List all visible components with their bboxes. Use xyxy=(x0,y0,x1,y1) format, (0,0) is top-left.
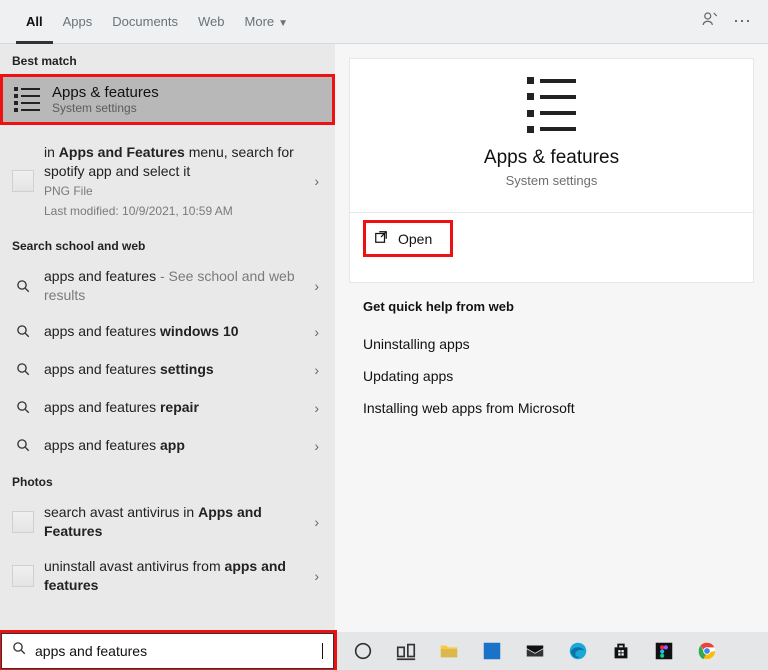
search-icon xyxy=(12,359,34,381)
task-view-icon[interactable] xyxy=(384,632,427,670)
file-icon xyxy=(12,170,34,192)
section-school-web: Search school and web xyxy=(0,229,335,259)
chevron-right-icon[interactable]: › xyxy=(312,173,321,189)
chevron-right-icon[interactable]: › xyxy=(312,362,321,378)
best-match-subtitle: System settings xyxy=(52,101,159,115)
detail-card: Apps & features System settings xyxy=(349,58,754,213)
help-block: Get quick help from web Uninstalling app… xyxy=(335,283,768,424)
feedback-icon[interactable] xyxy=(694,10,726,33)
chevron-right-icon[interactable]: › xyxy=(312,400,321,416)
chevron-down-icon: ▼ xyxy=(278,18,288,29)
photo-result-2[interactable]: uninstall avast antivirus from apps and … xyxy=(0,549,335,603)
search-icon xyxy=(12,275,34,297)
file-result-modified: Last modified: 10/9/2021, 10:59 AM xyxy=(44,203,312,219)
search-icon xyxy=(12,321,34,343)
chevron-right-icon[interactable]: › xyxy=(312,278,321,294)
best-match-result[interactable]: Apps & features System settings xyxy=(0,74,335,125)
tab-more[interactable]: More▼ xyxy=(235,0,299,44)
file-icon xyxy=(12,511,34,533)
taskbar xyxy=(0,632,768,670)
detail-panel: Apps & features System settings Open Get… xyxy=(335,44,768,632)
web-result-base[interactable]: apps and features - See school and web r… xyxy=(0,259,335,313)
apps-features-icon xyxy=(522,77,582,133)
file-explorer-icon[interactable] xyxy=(427,632,470,670)
web-result-2[interactable]: apps and features settings › xyxy=(0,351,335,389)
help-title: Get quick help from web xyxy=(363,299,754,314)
open-button[interactable]: Open xyxy=(366,223,450,254)
edge-icon[interactable] xyxy=(556,632,599,670)
section-photos: Photos xyxy=(0,465,335,495)
figma-icon[interactable] xyxy=(642,632,685,670)
chevron-right-icon[interactable]: › xyxy=(312,324,321,340)
file-icon xyxy=(12,565,34,587)
open-icon xyxy=(374,230,388,247)
results-panel: Best match Apps & features System settin… xyxy=(0,44,335,632)
search-tabs: All Apps Documents Web More▼ ⋯ xyxy=(0,0,768,44)
search-box[interactable] xyxy=(0,632,335,670)
text-caret xyxy=(322,643,323,659)
app-icon-blue[interactable] xyxy=(470,632,513,670)
help-link-update[interactable]: Updating apps xyxy=(363,360,754,392)
web-result-3[interactable]: apps and features repair › xyxy=(0,389,335,427)
detail-title: Apps & features xyxy=(350,147,753,169)
tab-apps[interactable]: Apps xyxy=(53,0,103,44)
section-best-match: Best match xyxy=(0,44,335,74)
search-input[interactable] xyxy=(35,643,321,659)
chrome-icon[interactable] xyxy=(685,632,728,670)
file-result-type: PNG File xyxy=(44,183,312,199)
apps-features-icon xyxy=(14,87,40,113)
more-options-icon[interactable]: ⋯ xyxy=(726,11,758,32)
file-result-text: in Apps and Features menu, search for sp… xyxy=(44,144,294,179)
search-icon xyxy=(12,435,34,457)
web-result-4[interactable]: apps and features app › xyxy=(0,427,335,465)
search-icon xyxy=(12,641,27,661)
cortana-icon[interactable] xyxy=(341,632,384,670)
mail-icon[interactable] xyxy=(513,632,556,670)
help-link-uninstall[interactable]: Uninstalling apps xyxy=(363,328,754,360)
tab-documents[interactable]: Documents xyxy=(102,0,188,44)
detail-actions: Open xyxy=(349,213,754,283)
search-icon xyxy=(12,397,34,419)
chevron-right-icon[interactable]: › xyxy=(312,568,321,584)
chevron-right-icon[interactable]: › xyxy=(312,438,321,454)
chevron-right-icon[interactable]: › xyxy=(312,514,321,530)
store-icon[interactable] xyxy=(599,632,642,670)
web-result-1[interactable]: apps and features windows 10 › xyxy=(0,313,335,351)
tab-all[interactable]: All xyxy=(16,0,53,44)
tab-web[interactable]: Web xyxy=(188,0,235,44)
help-link-install-web[interactable]: Installing web apps from Microsoft xyxy=(363,392,754,424)
best-match-title: Apps & features xyxy=(52,84,159,101)
file-result[interactable]: in Apps and Features menu, search for sp… xyxy=(0,133,335,229)
detail-subtitle: System settings xyxy=(350,173,753,188)
open-label: Open xyxy=(398,231,432,247)
photo-result-1[interactable]: search avast antivirus in Apps and Featu… xyxy=(0,495,335,549)
